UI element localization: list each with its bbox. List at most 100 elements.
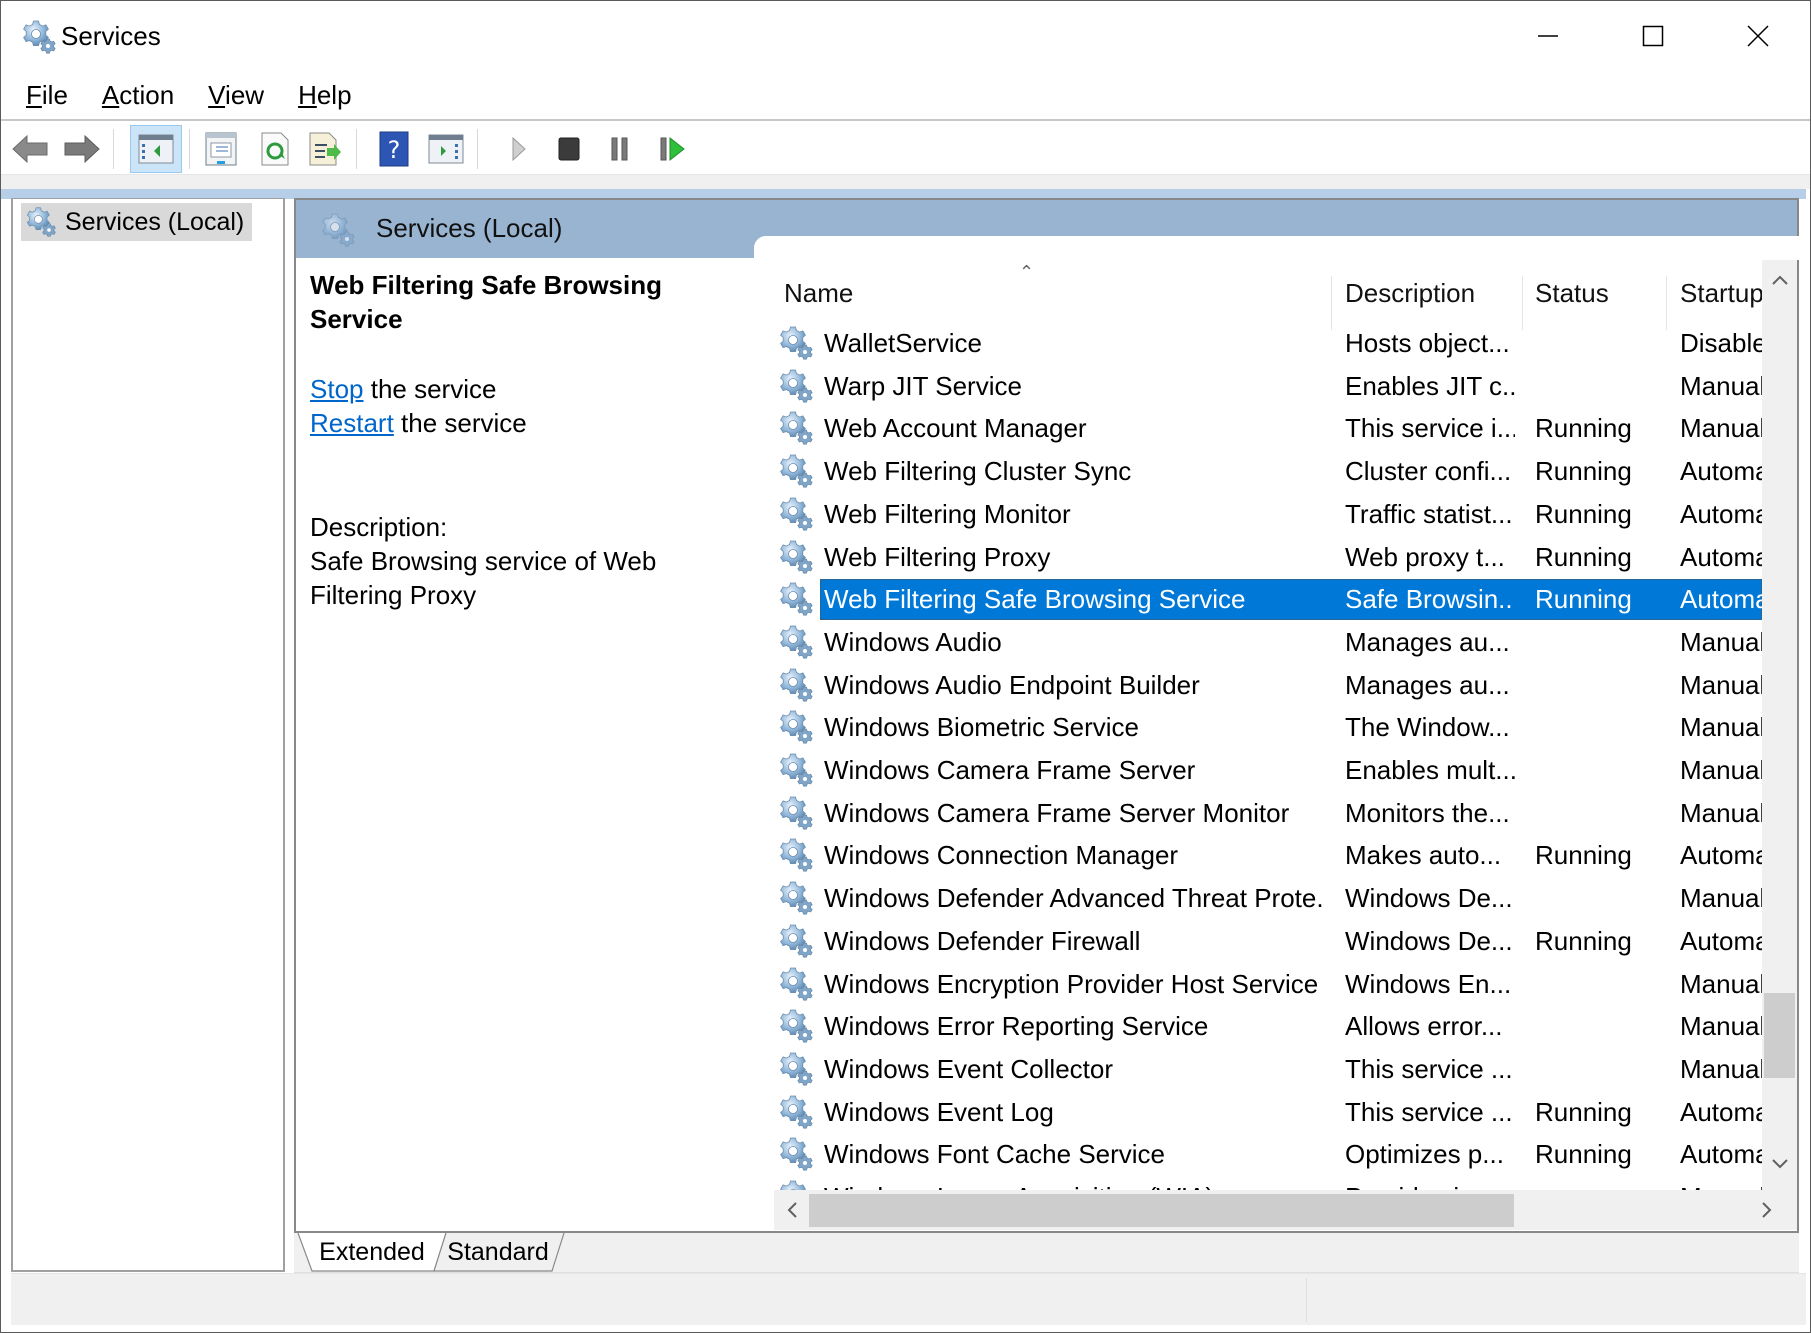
service-row[interactable]: Web Filtering Proxy Web proxy t... Running… [774,536,1762,579]
service-status: Running [1535,413,1632,444]
service-row[interactable]: Windows Defender Firewall Windows De... Ru… [774,920,1762,963]
service-gear-icon [778,1136,814,1172]
service-description: Provides ima... [1345,1182,1515,1190]
service-description: This service i... [1345,413,1515,444]
service-startup-type: Disable [1680,328,1762,358]
arrow-left-icon [12,134,48,164]
vertical-scrollbar[interactable] [1762,260,1797,1190]
service-gear-icon [778,1008,814,1044]
stop-service-link[interactable]: Stop [310,374,364,404]
service-startup-type: Manual [1680,1053,1762,1084]
service-gear-icon [778,581,814,617]
service-gear-icon [778,410,814,446]
toolbar: ? [1,123,1810,175]
restart-action-text: the service [393,408,527,438]
toolbar-bottom-strip [1,175,1810,189]
services-gear-icon [21,19,57,55]
service-gear-icon [778,539,814,575]
show-hide-console-tree-button[interactable] [130,125,182,173]
menu-file-label: ile [41,79,68,110]
service-row[interactable]: Windows Image Acquisition (WIA) Provides … [774,1176,1762,1190]
resume-service-button[interactable] [651,127,695,171]
service-row[interactable]: Windows Audio Endpoint Builder Manages au… [774,664,1762,707]
service-description: Web proxy t... [1345,541,1505,572]
resume-icon [660,136,685,162]
service-row[interactable]: Windows Event Log This service ... Running… [774,1091,1762,1134]
service-row[interactable]: Windows Camera Frame Server Monitor Monit… [774,792,1762,835]
service-row[interactable]: Web Account Manager This service i... Runn… [774,407,1762,450]
horizontal-scrollbar[interactable] [774,1190,1797,1230]
service-row[interactable]: Web Filtering Monitor Traffic statist... R… [774,493,1762,536]
service-gear-icon [778,837,814,873]
tree-item-label: Services (Local) [65,207,245,236]
pause-service-button[interactable] [598,127,642,171]
play-icon [512,136,526,162]
service-row[interactable]: Windows Event Collector This service ... M… [774,1048,1762,1091]
export-list-icon [309,132,341,166]
scroll-up-button[interactable] [1762,266,1797,294]
tab-standard[interactable]: Standard [436,1233,560,1271]
restart-service-link[interactable]: Restart [310,408,394,438]
column-header-description[interactable]: Description [1345,278,1475,309]
column-header-startup[interactable]: Startup [1680,278,1762,309]
service-row[interactable]: Windows Biometric Service The Window... Ma… [774,706,1762,749]
help-button[interactable]: ? [372,127,416,171]
scroll-down-button[interactable] [1762,1150,1797,1178]
restart-action-line: Restart the service [310,406,730,440]
service-row[interactable]: WalletService Hosts object... Disable [774,322,1762,365]
chevron-right-icon [1761,1202,1771,1218]
tab-extended[interactable]: Extended [306,1233,438,1271]
forward-button[interactable] [59,127,103,171]
service-gear-icon [778,795,814,831]
help-icon: ? [379,131,409,167]
service-row[interactable]: Warp JIT Service Enables JIT c... Manual [774,365,1762,408]
service-gear-icon [778,496,814,532]
window-title: Services [61,21,161,51]
properties-button[interactable] [199,127,243,171]
stop-service-button[interactable] [547,127,591,171]
chevron-up-icon [1771,275,1788,285]
minimize-icon [1538,35,1558,37]
menu-view[interactable]: View [193,76,279,115]
service-startup-type: Automa [1680,584,1762,615]
maximize-button[interactable] [1601,1,1705,71]
pane-header-title: Services (Local) [376,213,563,243]
service-row[interactable]: Windows Encryption Provider Host Service… [774,963,1762,1006]
service-name: Warp JIT Service [824,370,1022,401]
refresh-button[interactable] [253,127,297,171]
start-service-button[interactable] [497,127,541,171]
menu-file[interactable]: File [11,76,83,115]
scroll-left-button[interactable] [774,1190,809,1230]
show-hide-action-pane-button[interactable] [424,127,468,171]
column-header-status[interactable]: Status [1535,278,1609,309]
service-row[interactable]: Windows Font Cache Service Optimizes p...… [774,1133,1762,1176]
service-startup-type: Manual [1680,413,1762,444]
horizontal-scroll-thumb[interactable] [809,1194,1514,1227]
service-name: Windows Event Log [824,1096,1054,1127]
minimize-button[interactable] [1496,1,1600,71]
service-startup-type: Manual [1680,883,1762,914]
menu-help[interactable]: Help [283,76,366,115]
service-gear-icon [778,325,814,361]
service-row[interactable]: Windows Connection Manager Makes auto... R… [774,834,1762,877]
service-row[interactable]: Web Filtering Cluster Sync Cluster confi.… [774,450,1762,493]
service-row[interactable]: Windows Defender Advanced Threat Prote..… [774,877,1762,920]
service-row[interactable]: Windows Error Reporting Service Allows er… [774,1005,1762,1048]
service-startup-type: Manual [1680,1182,1762,1190]
service-row-selected[interactable]: Web Filtering Safe Browsing Service Safe … [774,578,1762,621]
service-name: Web Filtering Proxy [824,541,1051,572]
services-gear-icon [25,206,57,238]
menu-action[interactable]: Action [87,76,189,115]
tree-item-services-local[interactable]: Services (Local) [21,203,253,241]
service-startup-type: Automa [1680,456,1762,487]
menu-action-label: ction [119,79,175,110]
back-button[interactable] [9,127,53,171]
scroll-right-button[interactable] [1749,1190,1784,1230]
close-button[interactable] [1706,1,1810,71]
export-list-button[interactable] [303,127,347,171]
column-header-name[interactable]: Name [784,278,853,309]
service-name: Web Filtering Monitor [824,498,1071,529]
service-row[interactable]: Windows Audio Manages au... Manual [774,621,1762,664]
vertical-scroll-thumb[interactable] [1764,993,1795,1078]
service-row[interactable]: Windows Camera Frame Server Enables mult.… [774,749,1762,792]
